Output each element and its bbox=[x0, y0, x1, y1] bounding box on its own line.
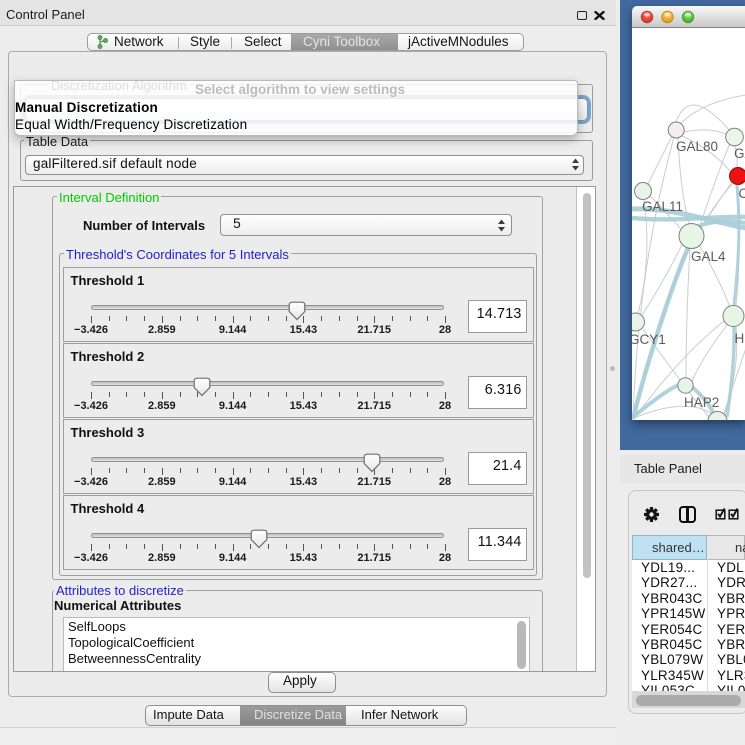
svg-text:GAL11: GAL11 bbox=[642, 199, 683, 214]
svg-text:GAL80: GAL80 bbox=[676, 139, 718, 154]
svg-text:GCY1: GCY1 bbox=[632, 332, 666, 347]
svg-text:C: C bbox=[738, 186, 745, 201]
svg-text:HAP2: HAP2 bbox=[684, 395, 719, 410]
svg-text:H: H bbox=[734, 331, 744, 346]
svg-text:GAL4: GAL4 bbox=[691, 249, 726, 264]
svg-text:GA: GA bbox=[734, 146, 745, 161]
